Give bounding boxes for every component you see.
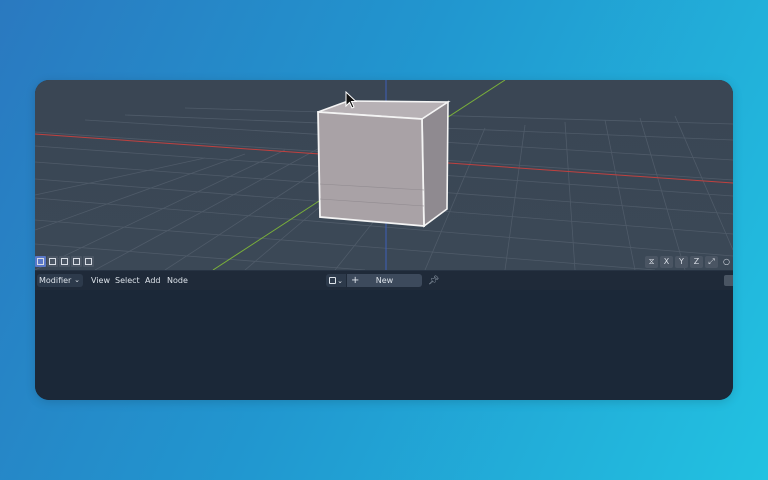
select-invert-icon[interactable] — [71, 256, 82, 267]
new-node-tree-button[interactable]: + New — [347, 274, 422, 287]
axis-toolbar: ⧖ X Y Z ⤢ ○ — [645, 255, 733, 268]
mirror-icon[interactable]: ⧖ — [645, 255, 658, 268]
node-tree-selector: ⌄ + New 📌︎ — [326, 274, 439, 287]
overflow-icon[interactable]: ○ — [720, 256, 733, 268]
node-tree-icon — [329, 277, 337, 284]
select-subtract-icon[interactable] — [59, 256, 70, 267]
axis-x-toggle[interactable]: X — [660, 255, 673, 268]
select-box-icon[interactable] — [35, 256, 46, 267]
axis-y-toggle[interactable]: Y — [675, 255, 688, 268]
viewport-scene[interactable] — [35, 80, 733, 270]
axis-z-toggle[interactable]: Z — [690, 255, 703, 268]
plus-icon: + — [351, 275, 360, 286]
menu-select[interactable]: Select — [115, 274, 140, 287]
new-button-label: New — [375, 276, 394, 285]
node-editor-canvas[interactable] — [35, 290, 733, 400]
select-mode-toolbar — [35, 256, 94, 268]
sidebar-toggle-button[interactable] — [724, 275, 733, 286]
browse-node-tree-button[interactable]: ⌄ — [326, 274, 346, 287]
pin-icon[interactable]: 📌︎ — [428, 276, 439, 286]
mouse-cursor-icon — [345, 91, 357, 109]
node-editor-header: Modifier ⌄ View Select Add Node ⌄ + New … — [35, 270, 733, 290]
select-intersect-icon[interactable] — [83, 256, 94, 267]
3d-viewport[interactable]: ⧖ X Y Z ⤢ ○ — [35, 80, 733, 270]
select-extend-icon[interactable] — [47, 256, 58, 267]
chevron-down-icon: ⌄ — [74, 276, 80, 284]
editor-type-label: Modifier — [39, 276, 72, 285]
default-cube[interactable] — [317, 100, 451, 228]
menu-add[interactable]: Add — [145, 274, 161, 287]
menu-view[interactable]: View — [91, 274, 110, 287]
app-window: ⧖ X Y Z ⤢ ○ Modifier ⌄ View Select Add N… — [35, 80, 733, 400]
menu-node[interactable]: Node — [167, 274, 188, 287]
editor-type-dropdown[interactable]: Modifier ⌄ — [37, 274, 83, 287]
transform-icon[interactable]: ⤢ — [705, 255, 718, 268]
